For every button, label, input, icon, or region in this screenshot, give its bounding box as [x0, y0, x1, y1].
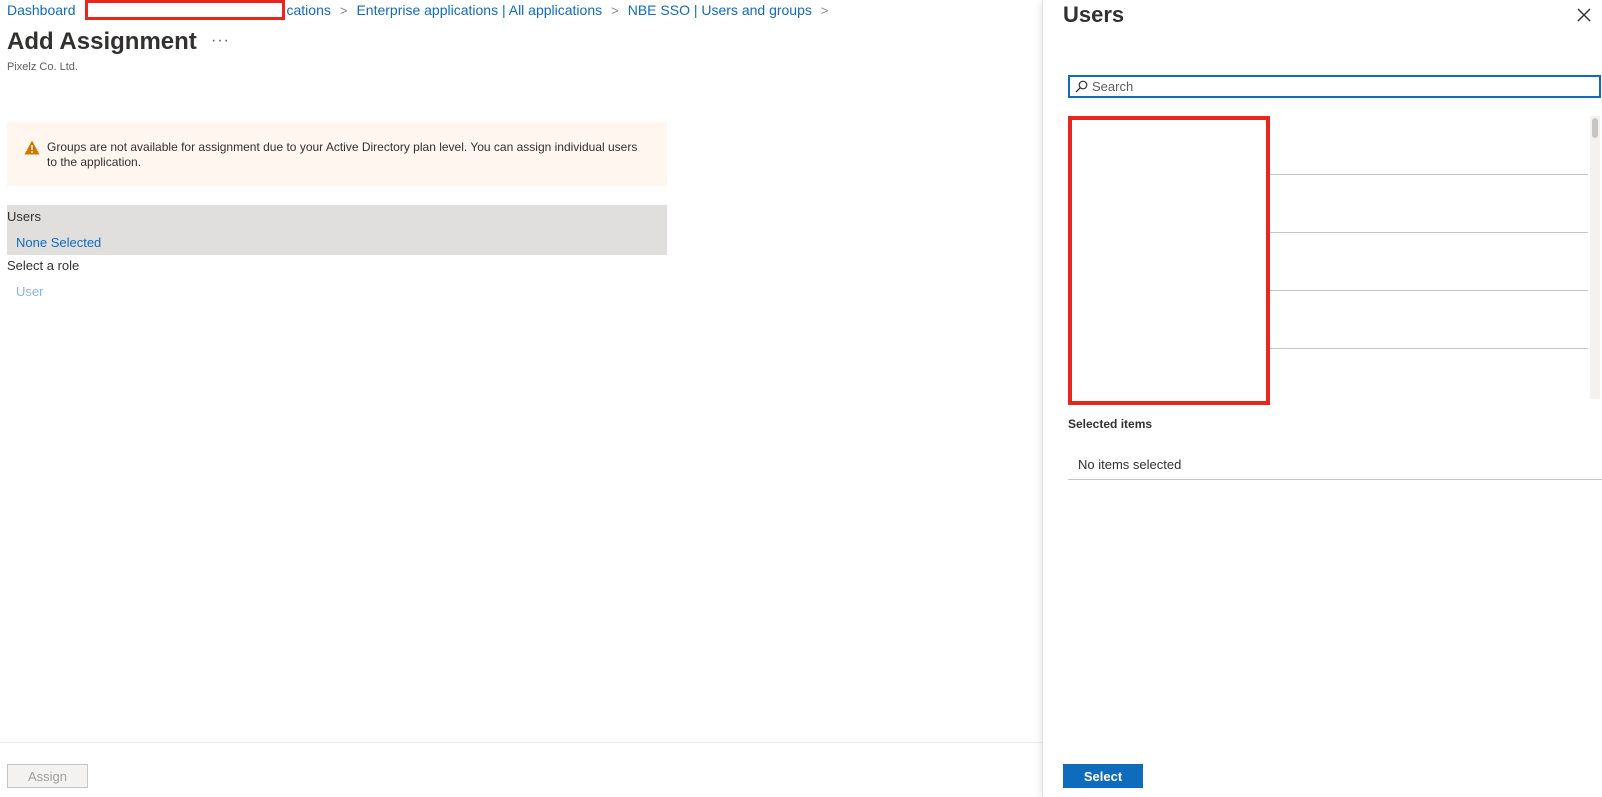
more-options-button[interactable]: ··· [211, 32, 230, 50]
redacted-breadcrumb-block [84, 0, 285, 20]
warning-icon [24, 140, 40, 155]
select-button[interactable]: Select [1063, 764, 1143, 788]
users-panel: Users Selected items No items selected S… [1042, 0, 1602, 797]
search-input[interactable] [1092, 77, 1592, 96]
warning-text: Groups are not available for assignment … [47, 140, 638, 169]
breadcrumb-dashboard[interactable]: Dashboard [7, 2, 76, 18]
list-scrollbar[interactable] [1590, 116, 1600, 399]
users-none-selected-link[interactable]: None Selected [16, 235, 101, 250]
users-label: Users [7, 209, 41, 224]
user-list [1068, 116, 1588, 405]
page-subtitle: Pixelz Co. Ltd. [7, 61, 78, 73]
role-label: Select a role [7, 258, 80, 273]
warning-banner: Groups are not available for assignment … [7, 122, 667, 186]
panel-title: Users [1063, 2, 1125, 27]
breadcrumb-separator: > [611, 2, 619, 18]
breadcrumb-enterprise-apps[interactable]: Enterprise applications | All applicatio… [356, 2, 602, 18]
selected-items-title: Selected items [1068, 417, 1153, 431]
assign-button[interactable]: Assign [7, 764, 88, 788]
breadcrumb-applications[interactable]: cations [287, 2, 331, 18]
search-box [1068, 75, 1601, 98]
breadcrumb: Dashboard cations > Enterprise applicati… [7, 0, 837, 20]
search-icon [1075, 80, 1088, 93]
redacted-user-list-block [1068, 116, 1270, 405]
footer-divider [0, 742, 1042, 743]
selected-items-empty: No items selected [1078, 457, 1182, 472]
selected-items-divider [1068, 479, 1602, 480]
page-title: Add Assignment [7, 28, 197, 55]
scrollbar-thumb[interactable] [1592, 118, 1598, 138]
role-value: User [16, 284, 44, 299]
breadcrumb-users-groups[interactable]: NBE SSO | Users and groups [628, 2, 812, 18]
breadcrumb-separator: > [339, 2, 348, 18]
breadcrumb-separator: > [820, 2, 829, 18]
close-icon[interactable] [1575, 6, 1593, 24]
users-selection-row[interactable]: Users None Selected [7, 205, 667, 255]
